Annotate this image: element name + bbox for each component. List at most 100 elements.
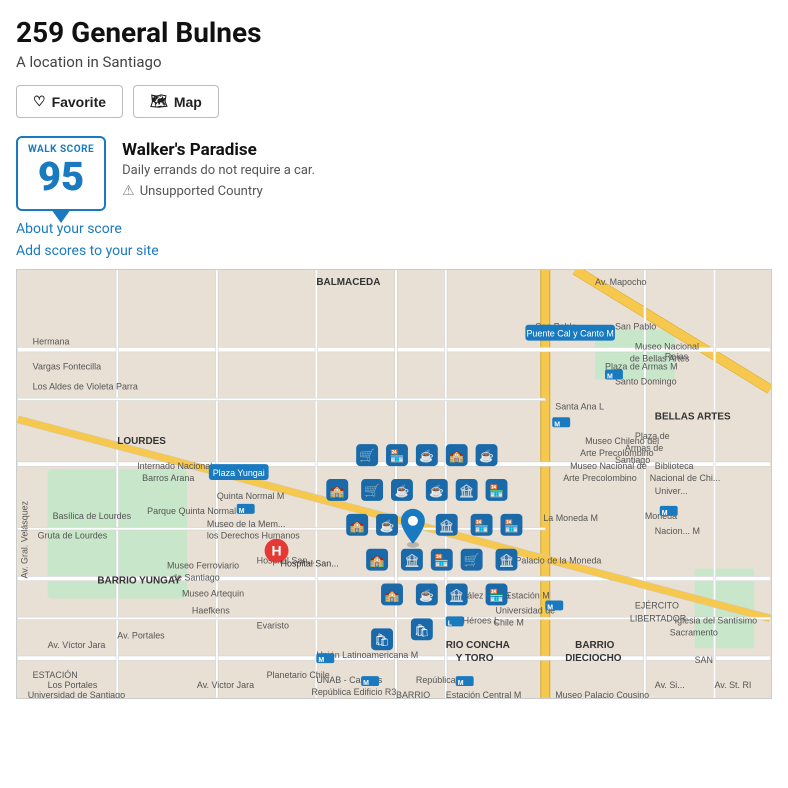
svg-text:BELLAS ARTES: BELLAS ARTES — [655, 411, 731, 422]
svg-text:Santo Domingo: Santo Domingo — [615, 376, 677, 386]
svg-text:Museo Artequin: Museo Artequin — [182, 588, 244, 598]
svg-text:Av. Víctor Jara: Av. Víctor Jara — [48, 640, 106, 650]
walk-score-number: 95 — [38, 155, 84, 199]
svg-text:🛒: 🛒 — [464, 553, 480, 569]
map-button[interactable]: 🗺 Map — [133, 85, 219, 118]
svg-text:🛒: 🛒 — [364, 483, 380, 499]
page-subtitle: A location in Santiago — [16, 53, 772, 71]
walk-score-title: Walker's Paradise — [122, 140, 315, 160]
map-container[interactable]: BALMACEDA Av. Mapocho Hermana Vargas Fon… — [16, 269, 772, 699]
svg-text:San Pablo: San Pablo — [615, 322, 656, 332]
svg-text:🏦: 🏦 — [404, 554, 419, 568]
svg-text:🏦: 🏦 — [439, 519, 454, 533]
svg-text:Iglesia del Santísimo: Iglesia del Santísimo — [675, 615, 757, 625]
walk-score-warning: ⚠ Unsupported Country — [122, 183, 315, 199]
svg-text:M: M — [363, 680, 369, 687]
svg-text:los Derechos Humanos: los Derechos Humanos — [207, 531, 300, 541]
svg-text:🛍: 🛍 — [374, 633, 389, 647]
svg-text:Av. Gral. Velásquez: Av. Gral. Velásquez — [20, 500, 30, 578]
svg-text:🏫: 🏫 — [449, 449, 464, 463]
svg-text:Santa Ana L: Santa Ana L — [555, 401, 604, 411]
heart-icon: ♡ — [33, 93, 46, 110]
svg-text:M: M — [458, 680, 464, 687]
svg-text:M: M — [239, 508, 245, 515]
svg-text:Planetario Chile: Planetario Chile — [267, 670, 330, 680]
favorite-button[interactable]: ♡ Favorite — [16, 85, 123, 118]
walk-score-description: Daily errands do not require a car. — [122, 163, 315, 178]
svg-text:Sacramento: Sacramento — [670, 627, 718, 637]
map-icon: 🗺 — [150, 93, 168, 110]
svg-text:Av. Portales: Av. Portales — [117, 630, 165, 640]
svg-text:Haefkens: Haefkens — [192, 605, 230, 615]
svg-text:🏦: 🏦 — [459, 484, 474, 498]
svg-text:Los Aldes de Violeta Parra: Los Aldes de Violeta Parra — [33, 381, 138, 391]
svg-text:Museo de la Mem...: Museo de la Mem... — [207, 519, 285, 529]
svg-text:Arte Precolombino: Arte Precolombino — [563, 473, 637, 483]
about-score-link[interactable]: About your score — [16, 221, 772, 237]
svg-text:Evaristo: Evaristo — [257, 620, 289, 630]
svg-text:Nacional de Chi...: Nacional de Chi... — [650, 473, 721, 483]
action-buttons: ♡ Favorite 🗺 Map — [16, 85, 772, 118]
svg-text:🏪: 🏪 — [434, 554, 449, 568]
svg-text:☕: ☕ — [429, 483, 444, 498]
map-label: Map — [174, 94, 202, 110]
svg-text:Av. Victor Jara: Av. Victor Jara — [197, 680, 254, 690]
svg-text:Arte Precolombino: Arte Precolombino — [580, 448, 654, 458]
svg-text:Hospital San...: Hospital San... — [281, 559, 339, 569]
svg-text:Palacio de la Moneda: Palacio de la Moneda — [515, 556, 601, 566]
svg-text:La Moneda M: La Moneda M — [543, 513, 598, 523]
svg-text:☕: ☕ — [380, 518, 395, 533]
svg-text:☕: ☕ — [479, 448, 494, 463]
svg-text:SAN: SAN — [695, 655, 713, 665]
svg-text:M: M — [662, 510, 668, 517]
svg-text:Los Portales: Los Portales — [48, 680, 98, 690]
svg-text:República Edificio R3: República Edificio R3 — [311, 687, 396, 697]
svg-text:Museo Chileno del: Museo Chileno del — [585, 436, 659, 446]
svg-text:RIO CONCHA: RIO CONCHA — [446, 640, 510, 651]
svg-text:M: M — [607, 373, 613, 380]
svg-text:Barros Arana: Barros Arana — [142, 473, 194, 483]
svg-text:☕: ☕ — [419, 587, 434, 602]
svg-text:DIECIOCHO: DIECIOCHO — [565, 653, 622, 664]
svg-text:Hermana: Hermana — [33, 337, 70, 347]
svg-text:🏪: 🏪 — [489, 588, 504, 602]
svg-text:Internado Nacional: Internado Nacional — [137, 461, 212, 471]
svg-text:Estación Central M: Estación Central M — [446, 690, 522, 698]
svg-text:Av. Mapocho: Av. Mapocho — [595, 277, 646, 287]
svg-text:Biblioteca: Biblioteca — [655, 461, 694, 471]
svg-text:Museo Nacional: Museo Nacional — [635, 342, 699, 352]
svg-text:BARRIO YUNGAY: BARRIO YUNGAY — [97, 576, 181, 587]
svg-text:Gruta de Lourdes: Gruta de Lourdes — [38, 531, 108, 541]
svg-text:H: H — [272, 543, 282, 559]
walk-score-info: Walker's Paradise Daily errands do not r… — [122, 136, 315, 199]
svg-text:Vargas Fontecilla: Vargas Fontecilla — [33, 362, 101, 372]
svg-text:🏪: 🏪 — [390, 449, 405, 463]
svg-text:L: L — [448, 620, 453, 627]
svg-text:🏫: 🏫 — [330, 484, 345, 498]
svg-text:Parque Quinta Normal: Parque Quinta Normal — [147, 506, 236, 516]
svg-text:BALMACEDA: BALMACEDA — [316, 277, 380, 288]
svg-text:Museo Nacional de: Museo Nacional de — [570, 461, 647, 471]
svg-text:🏦: 🏦 — [449, 588, 464, 602]
svg-text:Basílica de Lourdes: Basílica de Lourdes — [53, 511, 132, 521]
svg-text:Puente Cal y Canto M: Puente Cal y Canto M — [526, 329, 613, 339]
svg-text:Estación M: Estación M — [505, 590, 549, 600]
svg-text:Museo Ferroviario: Museo Ferroviario — [167, 561, 239, 571]
walk-score-badge: Walk Score 95 — [16, 136, 106, 211]
svg-text:M: M — [318, 657, 324, 664]
svg-text:M: M — [554, 421, 560, 428]
svg-text:Av. Si...: Av. Si... — [655, 680, 685, 690]
svg-text:BARRIO: BARRIO — [396, 690, 430, 698]
svg-text:BARRIO: BARRIO — [575, 640, 614, 651]
walk-score-section: Walk Score 95 Walker's Paradise Daily er… — [16, 136, 772, 211]
svg-text:de Santiago: de Santiago — [172, 573, 220, 583]
svg-text:🛒: 🛒 — [359, 448, 375, 464]
svg-text:Univer...: Univer... — [655, 486, 688, 496]
svg-text:🏫: 🏫 — [370, 554, 385, 568]
add-scores-link[interactable]: Add scores to your site — [16, 243, 772, 259]
svg-text:🛍: 🛍 — [414, 623, 429, 637]
svg-text:🏫: 🏫 — [350, 519, 365, 533]
svg-text:Museo Palacio Cousino: Museo Palacio Cousino — [555, 690, 649, 698]
svg-text:M: M — [547, 604, 553, 611]
svg-text:Plaza Yungai: Plaza Yungai — [213, 468, 265, 478]
